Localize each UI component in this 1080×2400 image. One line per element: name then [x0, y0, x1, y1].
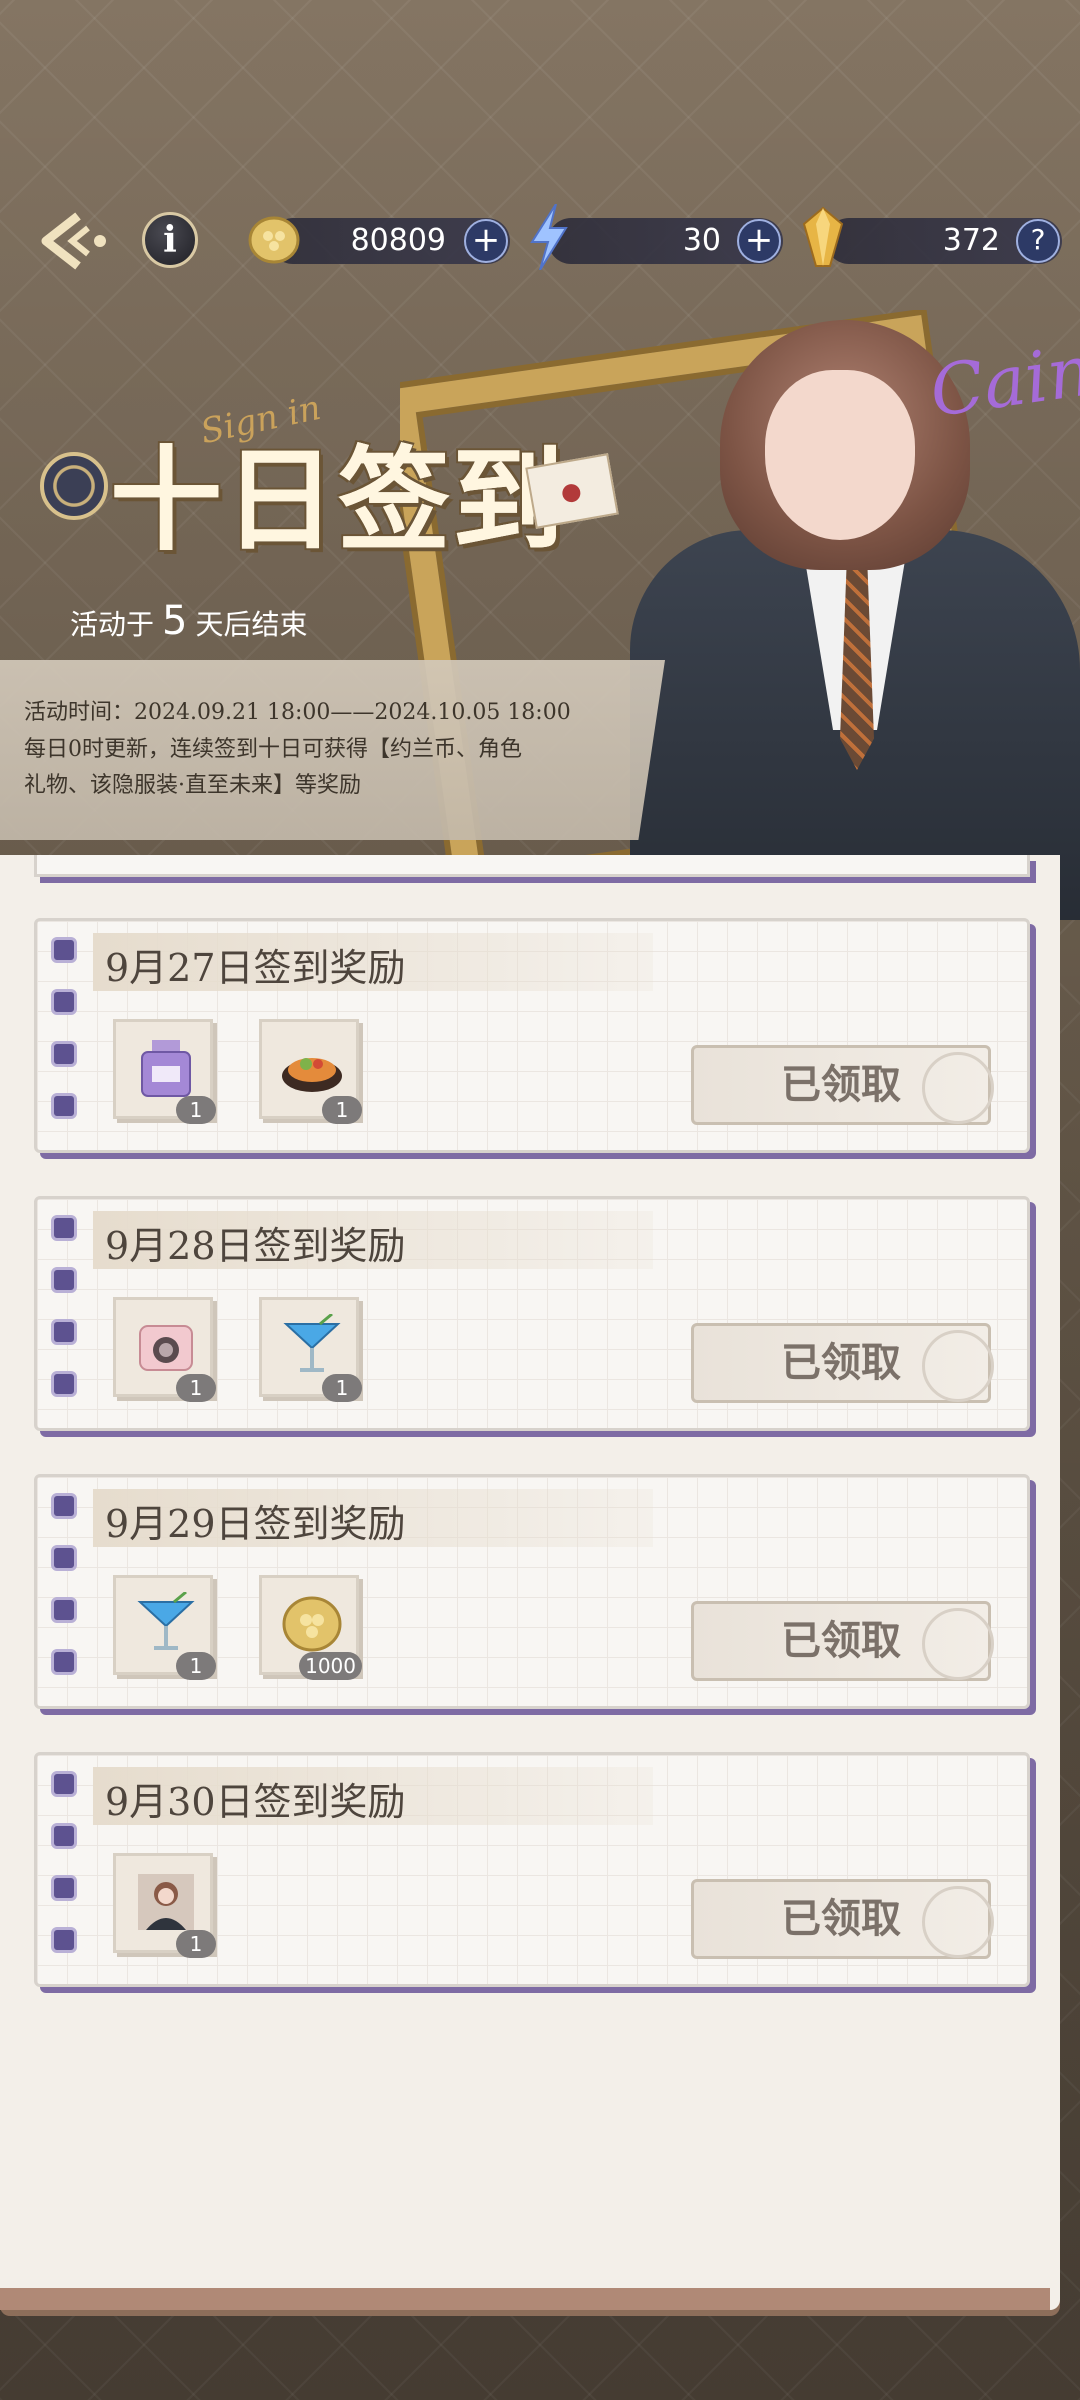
- reward-card: 9月30日签到奖励 1 已领取: [34, 1752, 1030, 1987]
- claimed-button[interactable]: 已领取: [691, 1323, 994, 1403]
- lightning-icon: [530, 204, 568, 270]
- help-button[interactable]: ?: [1016, 219, 1060, 263]
- top-bar: i 80809 + 30 + 372 ?: [0, 190, 1080, 290]
- portrait-icon: [138, 1874, 194, 1930]
- reward-count: 1: [176, 1096, 216, 1124]
- seal-icon: [922, 1886, 994, 1958]
- card-day-title: 9月28日签到奖励: [105, 1224, 406, 1268]
- back-arrow-icon: [41, 212, 106, 270]
- coin-icon: [282, 1596, 342, 1652]
- reward-count: 1: [176, 1930, 216, 1958]
- event-desc-line1: 每日0时更新，连续签到十日可获得【约兰币、角色: [24, 737, 522, 762]
- camera-icon: [139, 1325, 193, 1371]
- notebook-rings: [51, 1215, 81, 1415]
- countdown-prefix: 活动于: [70, 608, 155, 641]
- reward-item[interactable]: 1: [113, 1297, 216, 1402]
- energy-counter: 30 +: [548, 218, 783, 264]
- seal-icon: [922, 1330, 994, 1402]
- reward-item[interactable]: 1: [113, 1575, 216, 1680]
- card-day-title: 9月27日签到奖励: [105, 946, 406, 990]
- claimed-button[interactable]: 已领取: [691, 1601, 994, 1681]
- card-day-title: 9月30日签到奖励: [105, 1780, 406, 1824]
- notebook-rings: [51, 937, 81, 1137]
- reward-count: 1: [322, 1096, 362, 1124]
- cocktail-icon: [283, 1314, 341, 1372]
- event-desc-line2: 礼物、该隐服装·直至未来】等奖励: [24, 773, 361, 798]
- cocktail-icon: [137, 1592, 195, 1650]
- reward-item[interactable]: 1: [259, 1297, 362, 1402]
- gem-value: 372: [942, 223, 1000, 258]
- reward-count: 1: [176, 1652, 216, 1680]
- claimed-button[interactable]: 已领取: [691, 1879, 994, 1959]
- countdown-days: 5: [162, 598, 188, 644]
- event-time-text: 活动时间：2024.09.21 18:00——2024.10.05 18:00: [24, 700, 571, 725]
- add-coins-button[interactable]: +: [464, 219, 508, 263]
- claimed-button[interactable]: 已领取: [691, 1045, 994, 1125]
- reward-item[interactable]: 1: [113, 1019, 216, 1124]
- reward-item[interactable]: 1: [113, 1853, 216, 1958]
- emblem-icon: [40, 452, 108, 520]
- notebook-rings: [51, 1771, 81, 1971]
- reward-count: 1: [322, 1374, 362, 1402]
- add-energy-button[interactable]: +: [737, 219, 781, 263]
- reward-card: 9月27日签到奖励 1 1 已领取: [34, 918, 1030, 1153]
- previous-card-edge: [34, 855, 1030, 877]
- card-day-title: 9月29日签到奖励: [105, 1502, 406, 1546]
- notebook-rings: [51, 1493, 81, 1693]
- countdown-suffix: 天后结束: [195, 608, 308, 641]
- event-title-text: 十日签到: [110, 435, 566, 566]
- info-icon: i: [163, 219, 177, 261]
- reward-item[interactable]: 1000: [259, 1575, 362, 1680]
- info-button[interactable]: i: [142, 212, 198, 268]
- seal-icon: [922, 1052, 994, 1124]
- countdown: 活动于 5 天后结束: [70, 598, 307, 644]
- reward-card: 9月28日签到奖励 1 1 已领取: [34, 1196, 1030, 1431]
- claimed-label: 已领取: [781, 1896, 901, 1942]
- claimed-label: 已领取: [781, 1340, 901, 1386]
- coin-counter: 80809 +: [270, 218, 510, 264]
- reward-item[interactable]: 1: [259, 1019, 362, 1124]
- gem-counter: 372 ?: [826, 218, 1062, 264]
- back-button[interactable]: [38, 210, 118, 272]
- event-info-banner: 活动时间：2024.09.21 18:00——2024.10.05 18:00 …: [0, 660, 665, 840]
- event-title: 十日签到 Sign in: [20, 388, 619, 570]
- reward-count: 1: [176, 1374, 216, 1402]
- notebook-bottom-edge: [0, 2288, 1050, 2310]
- dish-icon: [282, 1058, 342, 1092]
- signature: Cain: [925, 329, 1080, 433]
- reward-card: 9月29日签到奖励 1 1000 已领取: [34, 1474, 1030, 1709]
- coin-value: 80809: [350, 223, 446, 258]
- energy-value: 30: [682, 223, 721, 258]
- gem-icon: [802, 206, 844, 267]
- perfume-icon: [141, 1040, 191, 1097]
- coin-icon: [248, 216, 300, 264]
- character-face: [765, 370, 915, 540]
- claimed-label: 已领取: [781, 1062, 901, 1108]
- reward-count: 1000: [299, 1652, 362, 1680]
- seal-icon: [922, 1608, 994, 1680]
- claimed-label: 已领取: [781, 1618, 901, 1664]
